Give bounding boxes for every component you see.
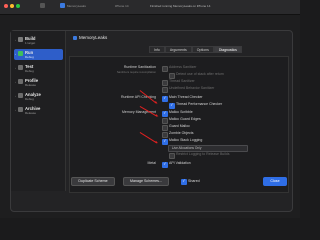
annotation-arrow bbox=[139, 132, 158, 144]
window-toolbar: MemoryLeaks iPhone 14 Finished running M… bbox=[0, 0, 300, 15]
action-subtitle: Debug bbox=[25, 69, 34, 73]
option-label: Main Thread Checker bbox=[169, 95, 203, 99]
chevron-down-icon: ⌄ bbox=[172, 146, 175, 151]
tab-diagnostics[interactable]: Diagnostics bbox=[213, 46, 242, 53]
disclosure-icon[interactable]: › bbox=[15, 80, 16, 84]
build-icon bbox=[18, 37, 23, 42]
tab-info[interactable]: Info bbox=[149, 46, 165, 53]
scheme-name: MemoryLeaks bbox=[79, 35, 108, 40]
scheme-selector[interactable]: MemoryLeaks bbox=[73, 35, 107, 40]
action-subtitle: Release bbox=[25, 111, 37, 115]
option-label: API Validation bbox=[169, 161, 191, 165]
checkbox[interactable] bbox=[162, 110, 168, 117]
option-label: Malloc Guard Edges bbox=[169, 117, 201, 121]
checkbox[interactable] bbox=[169, 72, 175, 79]
action-subtitle: 1 target bbox=[25, 41, 36, 45]
checkbox[interactable] bbox=[162, 95, 168, 102]
checkbox[interactable] bbox=[162, 138, 168, 145]
action-build[interactable]: › Build 1 target bbox=[14, 35, 63, 46]
runtime-sanitization-label: Runtime Sanitization bbox=[123, 65, 156, 69]
stack-logging-mode-select[interactable]: Live Allocations Only ⌄ bbox=[168, 145, 248, 152]
checkbox[interactable] bbox=[169, 152, 175, 159]
shared-checkbox[interactable] bbox=[181, 178, 187, 185]
disclosure-icon[interactable]: › bbox=[15, 94, 16, 98]
profile-icon bbox=[18, 79, 23, 84]
option-label: Restrict Logging to Release Builds bbox=[176, 152, 230, 156]
archive-icon bbox=[18, 107, 23, 112]
toolbar-project-name[interactable]: MemoryLeaks bbox=[67, 4, 86, 8]
option-label: Guard Malloc bbox=[169, 124, 190, 128]
action-subtitle: Debug bbox=[25, 55, 34, 59]
checkbox[interactable] bbox=[162, 86, 168, 93]
option-label: Address Sanitizer bbox=[169, 65, 197, 69]
option-label: Thread Sanitizer bbox=[169, 79, 195, 83]
shared-label: Shared bbox=[188, 178, 200, 183]
metal-label: Metal bbox=[147, 161, 156, 165]
toolbar-status: Finished running MemoryLeaks on iPhone 1… bbox=[150, 4, 211, 8]
zoom-window-icon[interactable] bbox=[16, 4, 20, 8]
option-label: Malloc Scribble bbox=[169, 110, 193, 114]
scheme-tabs: Info Arguments Options Diagnostics bbox=[149, 46, 242, 53]
duplicate-scheme-button[interactable]: Duplicate Scheme bbox=[71, 177, 115, 186]
option-label: Thread Performance Checker bbox=[176, 102, 223, 106]
action-subtitle: Release bbox=[25, 83, 37, 87]
analyze-icon bbox=[18, 93, 23, 98]
scheme-icon bbox=[73, 35, 77, 40]
checkbox[interactable] bbox=[162, 124, 168, 131]
action-archive[interactable]: › Archive Release bbox=[14, 105, 63, 116]
xcode-window: MemoryLeaks iPhone 14 Finished running M… bbox=[0, 0, 300, 218]
action-subtitle: Debug bbox=[25, 97, 34, 101]
scheme-actions-list: › Build 1 target › Run Debug › Test Debu… bbox=[11, 31, 66, 191]
run-icon bbox=[18, 51, 23, 56]
checkbox[interactable] bbox=[162, 161, 168, 168]
option-label: Undefined Behavior Sanitizer bbox=[169, 86, 215, 90]
action-test[interactable]: › Test Debug bbox=[14, 63, 63, 74]
disclosure-icon[interactable]: › bbox=[15, 52, 16, 56]
project-icon bbox=[60, 3, 65, 8]
action-analyze[interactable]: › Analyze Debug bbox=[14, 91, 63, 102]
option-label: Malloc Stack Logging bbox=[169, 138, 203, 142]
toolbar-device[interactable]: iPhone 14 bbox=[115, 4, 129, 8]
action-run[interactable]: › Run Debug bbox=[14, 49, 63, 60]
disclosure-icon[interactable]: › bbox=[15, 66, 16, 70]
checkbox[interactable] bbox=[162, 117, 168, 124]
tab-options[interactable]: Options bbox=[191, 46, 214, 53]
action-profile[interactable]: › Profile Release bbox=[14, 77, 63, 88]
disclosure-icon[interactable]: › bbox=[15, 108, 16, 112]
test-icon bbox=[18, 65, 23, 70]
manage-schemes-button[interactable]: Manage Schemes... bbox=[123, 177, 169, 186]
checkbox[interactable] bbox=[162, 79, 168, 86]
sanitizers-note: Sanitizers require recompilation bbox=[116, 69, 156, 74]
close-window-icon[interactable] bbox=[4, 4, 8, 8]
checkbox[interactable] bbox=[162, 65, 168, 72]
minimize-window-icon[interactable] bbox=[10, 4, 14, 8]
checkbox[interactable] bbox=[169, 102, 175, 109]
checkbox[interactable] bbox=[162, 131, 168, 138]
disclosure-icon[interactable]: › bbox=[15, 38, 16, 42]
option-label: Detect use of stack after return bbox=[176, 72, 224, 76]
tab-arguments[interactable]: Arguments bbox=[164, 46, 192, 53]
stop-icon[interactable] bbox=[40, 3, 45, 8]
scheme-editor-sheet: › Build 1 target › Run Debug › Test Debu… bbox=[10, 30, 293, 212]
option-label: Zombie Objects bbox=[169, 131, 194, 135]
close-button[interactable]: Close bbox=[263, 177, 287, 186]
diagnostics-panel: Runtime Sanitization Sanitizers require … bbox=[69, 56, 289, 193]
